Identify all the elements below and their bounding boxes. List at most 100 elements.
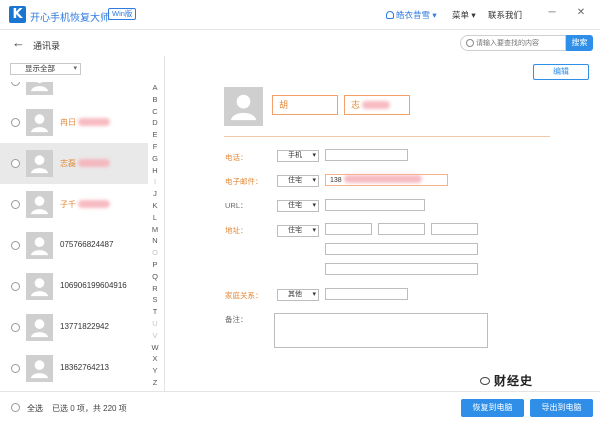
alphabet-index: ABCDEFGHIJKLMNOPQRSTUVWXYZ [148,82,162,389]
main-menu[interactable]: 菜单 ▾ [452,9,476,21]
redacted-text [343,175,422,183]
redacted-text [78,200,110,208]
alphabet-letter[interactable]: G [148,153,162,165]
alphabet-letter[interactable]: W [148,342,162,354]
contact-row[interactable]: 志磊 [0,143,148,184]
contact-avatar-icon [224,87,263,126]
email-label: 电子邮件： [225,177,263,186]
contact-row[interactable]: 冉日 [0,102,148,143]
notes-label: 备注： [225,315,248,324]
chevron-down-icon: ▾ [312,152,316,159]
filter-dropdown[interactable]: 显示全部 ▾ [10,63,81,75]
alphabet-letter[interactable]: I [148,176,162,188]
title-bar: K 开心手机恢复大师 Win版 皓衣昔雪 ▾ 菜单 ▾ 联系我们 ─ ✕ [0,0,600,30]
alphabet-letter[interactable]: P [148,259,162,271]
url-type-select[interactable]: 住宅 ▾ [277,200,319,212]
family-type-select[interactable]: 其他 ▾ [277,289,319,301]
contact-row[interactable]: 18362764213 [0,348,148,389]
alphabet-letter[interactable]: X [148,353,162,365]
app-title: 开心手机恢复大师 [30,13,110,24]
address-type-value: 住宅 [288,227,302,234]
contact-radio[interactable] [11,159,20,168]
alphabet-letter[interactable]: Y [148,365,162,377]
alphabet-letter[interactable]: O [148,247,162,259]
alphabet-letter[interactable]: Q [148,271,162,283]
redacted-text [78,118,110,126]
alphabet-letter[interactable]: E [148,129,162,141]
contact-name: 冉日 [60,118,76,127]
contact-row[interactable]: 106906199604916 [0,266,148,307]
alphabet-letter[interactable]: Z [148,377,162,389]
edit-button[interactable]: 编辑 [533,64,589,80]
contact-radio[interactable] [11,241,20,250]
contact-radio[interactable] [11,323,20,332]
contact-radio[interactable] [11,118,20,127]
email-type-select[interactable]: 住宅 ▾ [277,175,319,187]
contact-row[interactable]: 075766824487 [0,225,148,266]
alphabet-letter[interactable]: D [148,117,162,129]
email-field: 138 [325,174,448,186]
alphabet-letter[interactable]: T [148,306,162,318]
search-button[interactable]: 搜索 [566,35,593,51]
contact-avatar-icon [26,232,53,259]
phone-field [325,149,408,161]
url-field [325,199,425,211]
address-label: 地址： [225,226,248,235]
select-all-radio[interactable] [11,403,20,412]
phone-type-value: 手机 [288,152,302,159]
alphabet-letter[interactable]: K [148,200,162,212]
alphabet-letter[interactable]: B [148,94,162,106]
url-type-value: 住宅 [288,202,302,209]
close-icon[interactable]: ✕ [575,7,587,18]
contact-radio[interactable] [11,364,20,373]
chevron-down-icon: ▾ [312,202,316,209]
bottom-bar: 全选 已选 0 项，共 220 项 恢复到电脑 导出到电脑 [0,391,600,422]
address-street-field [325,223,372,235]
watermark: 财经史 [480,372,533,389]
contact-row[interactable]: 子千 [0,184,148,225]
first-name-field: 胡 [272,95,338,115]
alphabet-letter[interactable]: H [148,165,162,177]
alphabet-letter[interactable]: J [148,188,162,200]
alphabet-letter[interactable]: S [148,294,162,306]
alphabet-letter[interactable]: M [148,224,162,236]
export-to-computer-button[interactable]: 导出到电脑 [530,399,593,417]
chevron-down-icon: ▾ [312,291,316,298]
chevron-down-icon: ▾ [432,10,437,20]
user-icon [386,11,394,19]
app-logo-icon: K [9,6,26,23]
alphabet-letter[interactable]: A [148,82,162,94]
user-menu[interactable]: 皓衣昔雪 ▾ [386,9,437,21]
contact-us-link[interactable]: 联系我们 [488,9,522,21]
contact-radio[interactable] [11,200,20,209]
chevron-down-icon: ▾ [73,65,77,72]
nav-bar: ← 通讯录 搜索 [0,30,600,56]
chevron-down-icon: ▾ [312,177,316,184]
contact-radio[interactable] [11,282,20,291]
alphabet-letter[interactable]: C [148,106,162,118]
address-line2-field [325,243,478,255]
alphabet-letter[interactable]: U [148,318,162,330]
select-all-label[interactable]: 全选 [27,403,43,414]
contact-row[interactable] [0,82,148,102]
recover-to-computer-button[interactable]: 恢复到电脑 [461,399,524,417]
contact-avatar-icon [26,82,53,95]
minimize-icon[interactable]: ─ [546,7,558,18]
phone-type-select[interactable]: 手机 ▾ [277,150,319,162]
contact-name: 子千 [60,200,76,209]
email-value: 138 [330,177,342,184]
address-type-select[interactable]: 住宅 ▾ [277,225,319,237]
alphabet-letter[interactable]: V [148,330,162,342]
contact-radio[interactable] [11,82,20,86]
alphabet-letter[interactable]: R [148,283,162,295]
contact-row[interactable]: 13771822942 [0,307,148,348]
alphabet-letter[interactable]: F [148,141,162,153]
alphabet-letter[interactable]: N [148,235,162,247]
search-input[interactable] [476,38,564,49]
back-arrow-icon[interactable]: ← [12,36,25,49]
alphabet-letter[interactable]: L [148,212,162,224]
last-name-value: 志 [351,100,361,110]
contact-avatar-icon [26,314,53,341]
chevron-down-icon: ▾ [471,10,476,20]
contact-name: 志磊 [60,159,76,168]
